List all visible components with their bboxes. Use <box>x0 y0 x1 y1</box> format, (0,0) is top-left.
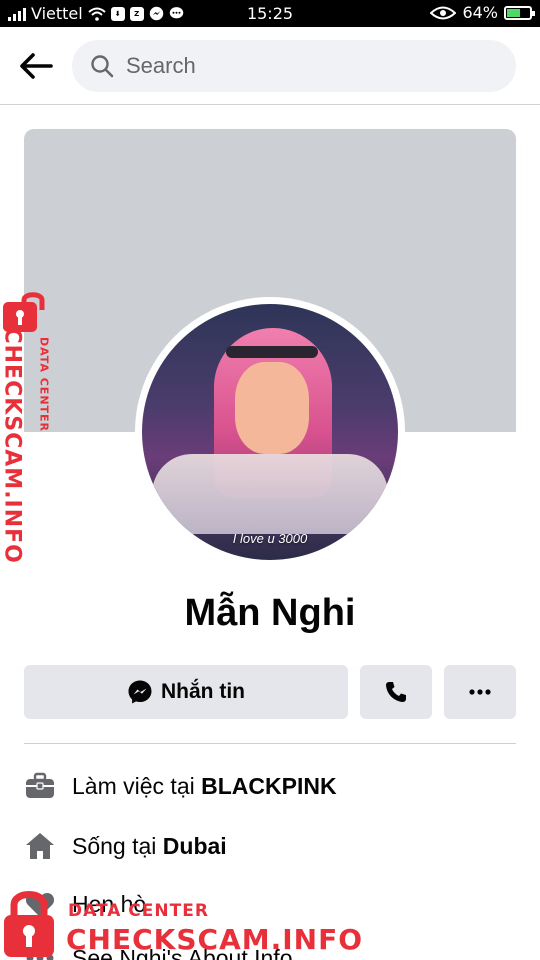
battery-level <box>507 8 521 17</box>
watermark-bottom-main: CHECKSCAM.INFO <box>66 923 364 956</box>
status-right: 64% <box>430 3 535 22</box>
message-button-label: Nhắn tin <box>161 680 245 703</box>
briefcase-icon <box>24 770 56 802</box>
search-input[interactable] <box>126 53 486 79</box>
status-bar: Viettel ⬇ Z 15:25 64% <box>0 0 540 27</box>
avatar-arms <box>152 454 388 534</box>
watermark-side: DATA CENTER CHECKSCAM.INFO <box>0 290 62 564</box>
lock-icon <box>4 891 54 957</box>
more-button[interactable] <box>444 665 516 719</box>
home-icon <box>24 830 56 862</box>
battery-icon <box>504 5 535 20</box>
info-row-location[interactable]: Sống tại Dubai <box>24 826 516 866</box>
search-bar[interactable] <box>72 40 516 92</box>
phone-icon <box>386 682 406 702</box>
info-row-work[interactable]: Làm việc tại BLACKPINK <box>24 766 516 806</box>
message-button[interactable]: Nhắn tin <box>24 665 348 719</box>
profile-name: Mẫn Nghi <box>184 592 356 634</box>
avatar[interactable]: I love u 3000 <box>142 304 398 560</box>
watermark-side-main: CHECKSCAM.INFO <box>0 327 25 564</box>
battery-percent: 64% <box>462 3 498 22</box>
back-button[interactable] <box>14 47 58 85</box>
avatar-headband <box>226 346 318 358</box>
messenger-icon <box>128 680 152 704</box>
info-location-value: Dubai <box>162 832 227 859</box>
watermark-bottom: DATA CENTER CHECKSCAM.INFO <box>2 885 540 960</box>
top-bar <box>0 27 540 105</box>
avatar-face <box>235 362 309 454</box>
avatar-caption: I love u 3000 <box>232 531 308 546</box>
call-button[interactable] <box>360 665 432 719</box>
eye-icon <box>430 6 457 19</box>
info-work-prefix: Làm việc tại <box>72 772 202 799</box>
info-location-prefix: Sống tại <box>72 832 163 859</box>
watermark-side-sub: DATA CENTER <box>37 336 51 433</box>
arrow-left-icon <box>20 53 53 79</box>
watermark-bottom-sub: DATA CENTER <box>68 901 209 921</box>
search-icon <box>91 55 114 78</box>
divider <box>24 743 516 744</box>
info-work-value: BLACKPINK <box>201 772 337 799</box>
more-icon <box>469 689 491 695</box>
